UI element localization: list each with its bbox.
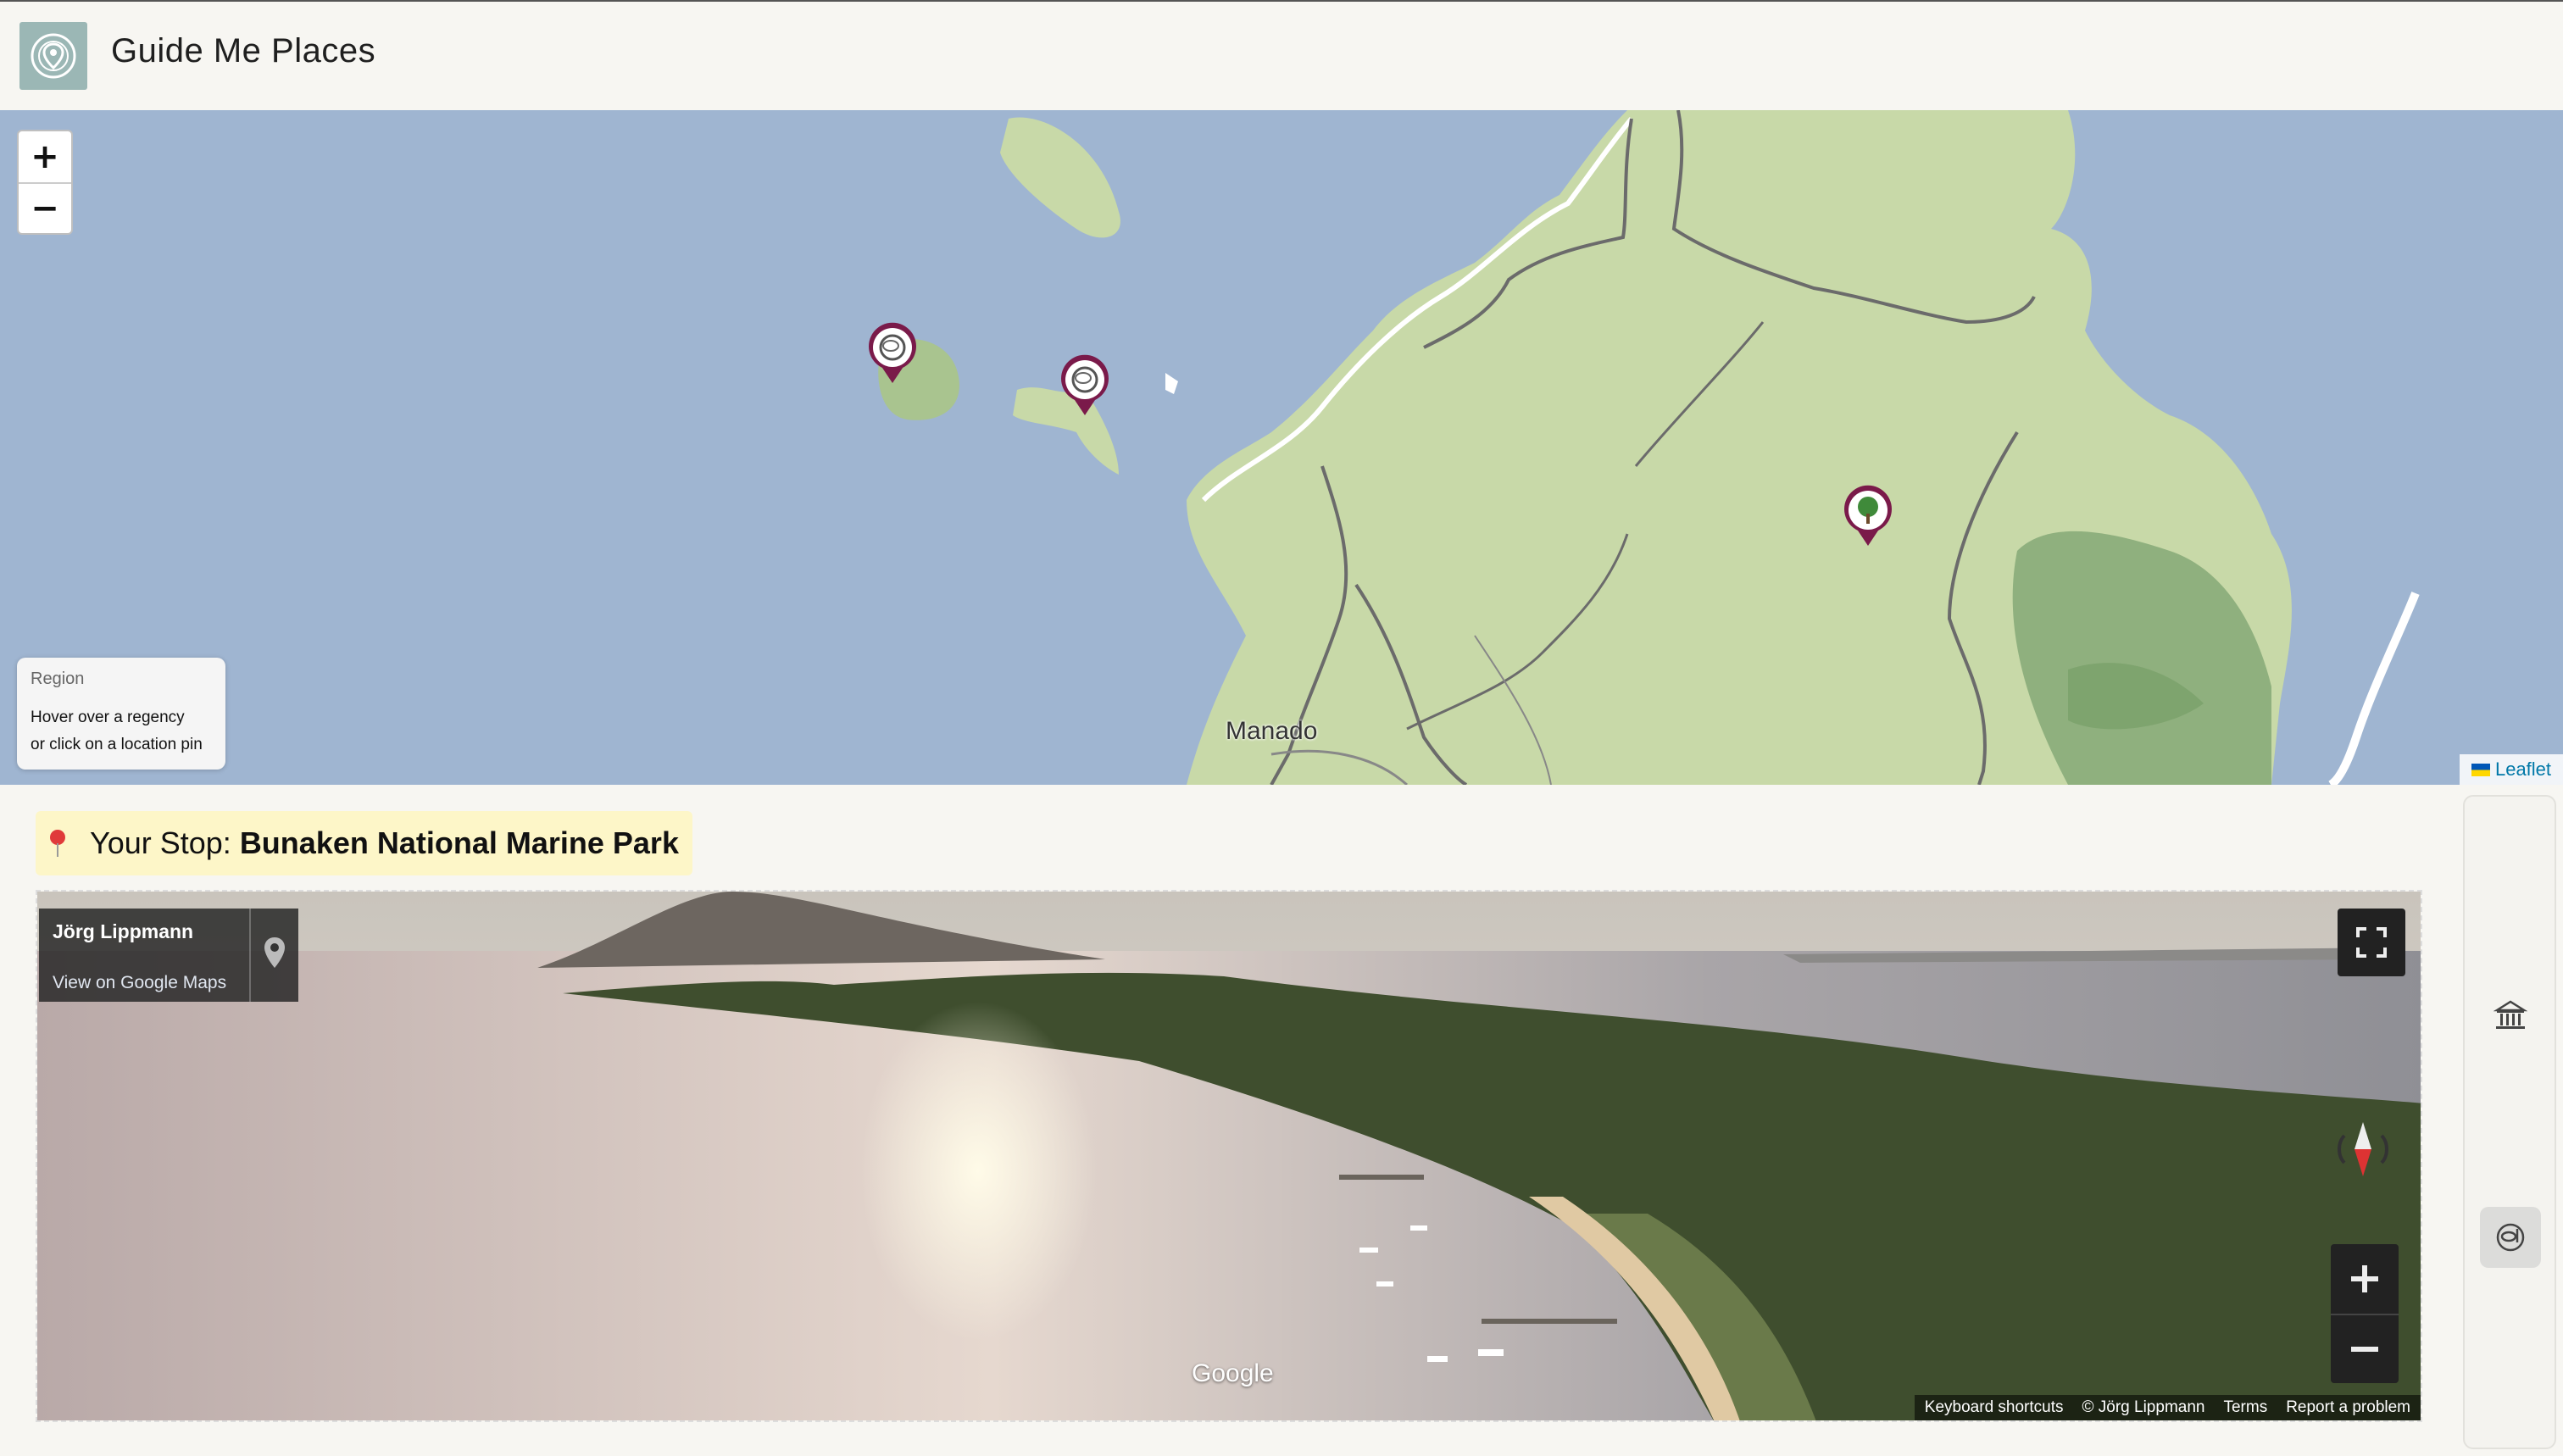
stop-name: Bunaken National Marine Park [239,825,679,860]
app-logo[interactable] [19,22,87,90]
snorkel-icon [2496,1223,2525,1252]
map-zoom-in-button[interactable]: + [19,131,71,182]
app-header: Guide Me Places [0,2,2563,110]
map-terrain [878,110,2420,785]
region-info-title: Region [31,670,85,688]
sv-zoom-in-button[interactable] [2331,1244,2399,1314]
current-stop-heading: Your Stop: Bunaken National Marine Park [36,811,692,875]
rail-museum-button[interactable] [2480,985,2541,1046]
region-info-hint-1: Hover over a regency [31,709,185,726]
category-rail [2463,795,2556,1449]
street-view-compass[interactable] [2331,1117,2395,1181]
app-title: Guide Me Places [111,32,376,69]
stop-label: Your Stop: [90,825,231,860]
location-pin-snorkel[interactable] [865,320,920,385]
owner-name: Jörg Lippmann [53,920,194,942]
snorkel-icon [869,322,916,383]
region-map[interactable]: + − Manado Region Hover over a regency o… [0,110,2563,785]
street-view-panorama[interactable]: Jörg Lippmann View on Google Maps Google… [36,890,2422,1422]
sv-zoom-out-button[interactable] [2331,1314,2399,1383]
panorama-image [37,892,2421,1420]
map-city-label: Manado [1226,717,1318,745]
tree-icon [1844,485,1892,546]
compass-icon [2338,1122,2388,1176]
location-pin-snorkel[interactable] [1058,353,1112,417]
map-zoom-out-button[interactable]: − [19,182,71,233]
map-attribution[interactable]: Leaflet [2460,754,2563,785]
region-info-hint-2: or click on a location pin [31,736,203,753]
location-compass-icon [31,33,76,79]
location-pin-park[interactable] [1841,483,1895,547]
google-logo: Google [1192,1359,1274,1387]
snorkel-icon [1061,354,1109,415]
report-problem-link[interactable]: Report a problem [2286,1398,2410,1417]
region-info-box: Region Hover over a regency or click on … [17,658,225,770]
street-view-owner-card: Jörg Lippmann View on Google Maps [39,909,298,1002]
terms-link[interactable]: Terms [2223,1398,2267,1417]
museum-icon [2494,1000,2527,1029]
view-on-google-maps-link[interactable]: View on Google Maps [53,973,226,993]
copyright-text: © Jörg Lippmann [2082,1398,2205,1416]
ukraine-flag-icon [2471,763,2490,776]
map-zoom-control: + − [17,130,73,235]
round-pushpin-icon [50,830,65,857]
fullscreen-button[interactable] [2338,909,2405,976]
plus-icon [2351,1265,2378,1292]
keyboard-shortcuts-link[interactable]: Keyboard shortcuts [1925,1398,2064,1417]
street-view-zoom-control [2331,1244,2399,1383]
owner-card-divider [249,909,251,1002]
attribution-link[interactable]: Leaflet [2495,759,2551,781]
fullscreen-icon [2356,927,2387,958]
rail-snorkel-button[interactable] [2480,1207,2541,1268]
street-view-footer: Keyboard shortcuts © Jörg Lippmann Terms… [1914,1395,2421,1420]
map-pin-icon[interactable] [258,934,292,976]
minus-icon [2351,1347,2378,1352]
